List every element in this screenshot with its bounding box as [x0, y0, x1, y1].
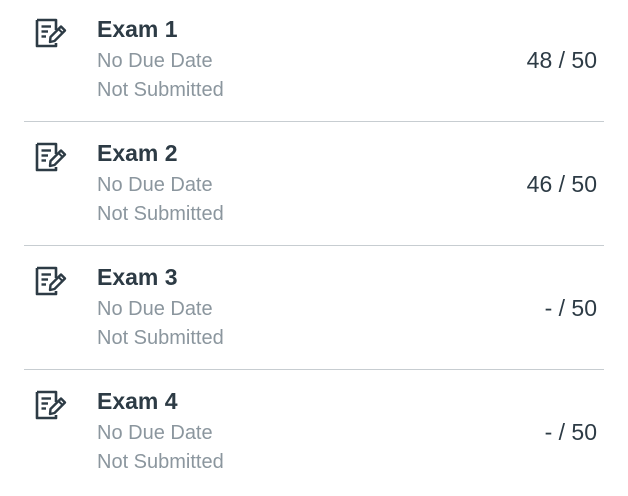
assignment-row[interactable]: Exam 4 No Due Date Not Submitted - / 50 [0, 372, 628, 496]
assignment-list: Exam 1 No Due Date Not Submitted 48 / 50… [0, 0, 628, 496]
score-text: - / 50 [544, 295, 597, 321]
row-divider [24, 245, 604, 246]
due-date-text: No Due Date [97, 50, 213, 72]
score-text: 48 / 50 [526, 47, 597, 73]
assignment-row[interactable]: Exam 1 No Due Date Not Submitted 48 / 50 [0, 0, 628, 124]
due-date-text: No Due Date [97, 422, 213, 444]
row-divider [24, 369, 604, 370]
assignment-row[interactable]: Exam 2 No Due Date Not Submitted 46 / 50 [0, 124, 628, 248]
submission-status: Not Submitted [97, 451, 224, 473]
submission-status: Not Submitted [97, 327, 224, 349]
due-date-text: No Due Date [97, 298, 213, 320]
quiz-icon [34, 141, 68, 173]
assignment-title[interactable]: Exam 1 [97, 14, 178, 44]
assignment-title[interactable]: Exam 4 [97, 386, 178, 416]
submission-status: Not Submitted [97, 203, 224, 225]
submission-status: Not Submitted [97, 79, 224, 101]
score-text: - / 50 [544, 419, 597, 445]
assignment-row[interactable]: Exam 3 No Due Date Not Submitted - / 50 [0, 248, 628, 372]
assignment-title[interactable]: Exam 2 [97, 138, 178, 168]
quiz-icon [34, 265, 68, 297]
quiz-icon [34, 389, 68, 421]
due-date-text: No Due Date [97, 174, 213, 196]
assignment-title[interactable]: Exam 3 [97, 262, 178, 292]
row-divider [24, 121, 604, 122]
quiz-icon [34, 17, 68, 49]
score-text: 46 / 50 [526, 171, 597, 197]
